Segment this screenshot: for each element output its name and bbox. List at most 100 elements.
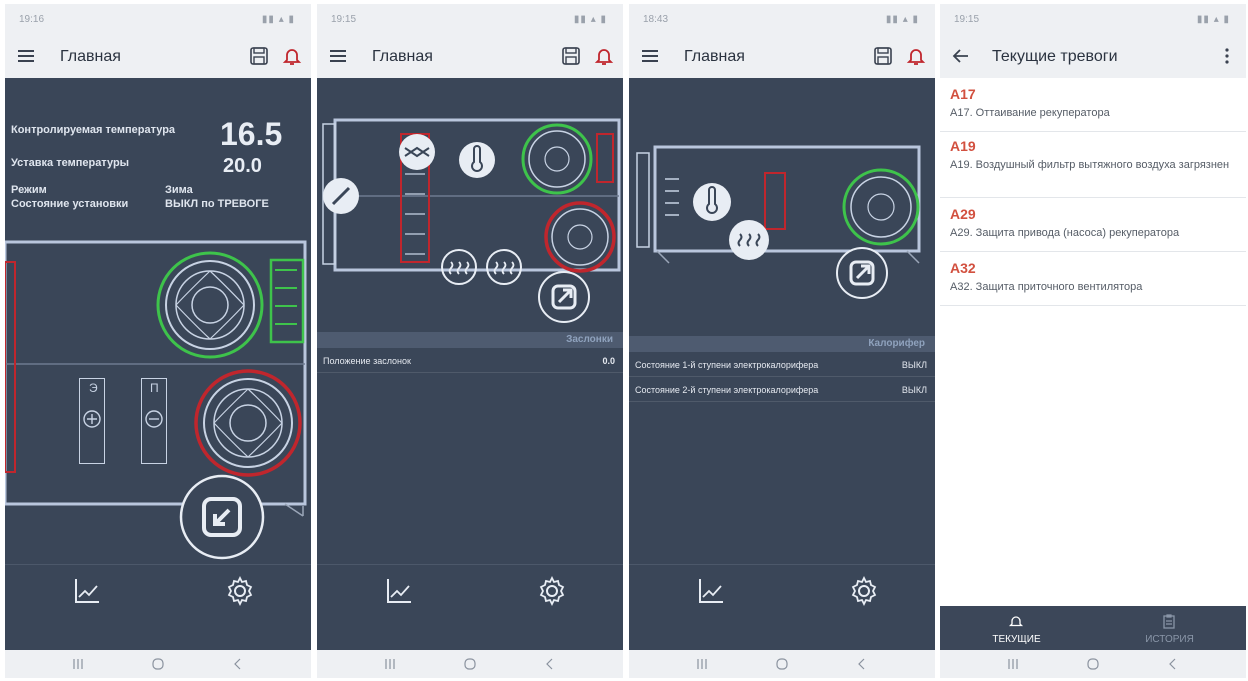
menu-icon[interactable] (639, 45, 661, 67)
heater-icon[interactable] (727, 218, 771, 262)
param-label: Состояние 1-й ступени электрокалорифера (635, 360, 819, 370)
app-bar: Главная (317, 34, 623, 78)
param-value: 0.0 (602, 356, 615, 366)
chart-icon[interactable] (385, 577, 413, 605)
alarm-item[interactable]: A29 А29. Защита привода (насоса) рекупер… (940, 202, 1246, 252)
phone-heater-screen: 18:43 ▮▮ ▴ ▮ Главная Калорифер Состояние… (629, 4, 935, 678)
fan-icon[interactable] (520, 122, 594, 196)
damper-icon (269, 258, 305, 344)
heater-icon (486, 249, 522, 285)
recent-apps-icon[interactable] (1006, 657, 1020, 671)
bottom-toolbar (629, 564, 935, 624)
alarm-description: А19. Воздушный фильтр вытяжного воздуха … (950, 159, 1230, 171)
mode-label: Режим (11, 184, 47, 196)
home-icon[interactable] (775, 657, 789, 671)
home-icon[interactable] (1086, 657, 1100, 671)
setpoint-value: 20.0 (223, 155, 262, 177)
recent-apps-icon[interactable] (71, 657, 85, 671)
status-system-icons: ▮▮ ▴ ▮ (261, 14, 295, 25)
home-icon[interactable] (151, 657, 165, 671)
alarm-code: A29 (950, 206, 976, 222)
phone-main-screen: 19:16 ▮▮ ▴ ▮ Главная Контролируемая темп… (5, 4, 311, 678)
recent-apps-icon[interactable] (383, 657, 397, 671)
tab-current-label: ТЕКУЩИЕ (992, 634, 1041, 645)
expand-icon[interactable] (835, 246, 889, 300)
recuperator-icon (399, 134, 435, 170)
more-icon[interactable] (1216, 45, 1238, 67)
alarm-item[interactable]: A32 А32. Защита приточного вентилятора (940, 256, 1246, 306)
bell-alarm-icon[interactable] (593, 45, 615, 67)
status-time: 18:43 (643, 14, 669, 25)
gear-icon[interactable] (849, 576, 879, 606)
param-label: Положение заслонок (323, 356, 411, 366)
tab-current[interactable]: ТЕКУЩИЕ (940, 606, 1093, 650)
controlled-temp-value: 16.5 (220, 116, 283, 152)
alarm-description: А29. Защита привода (насоса) рекуператор… (950, 227, 1180, 239)
status-time: 19:15 (331, 14, 357, 25)
section-header: Калорифер (629, 336, 935, 352)
tab-history[interactable]: ИСТОРИЯ (1093, 606, 1246, 650)
gear-icon[interactable] (537, 576, 567, 606)
alarm-description: А17. Оттаивание рекуператора (950, 107, 1110, 119)
mode-value: Зима (165, 184, 193, 196)
param-row[interactable]: Положение заслонок 0.0 (317, 349, 623, 373)
status-bar: 19:15 ▮▮ ▴ ▮ (317, 4, 623, 34)
app-bar: Главная (629, 34, 935, 78)
page-title: Главная (684, 48, 745, 65)
setpoint-label: Уставка температуры (11, 157, 130, 169)
status-time: 19:16 (19, 14, 45, 25)
status-system-icons: ▮▮ ▴ ▮ (885, 14, 919, 25)
expand-icon[interactable] (537, 270, 591, 324)
android-nav-bar (629, 650, 935, 678)
chart-icon[interactable] (697, 577, 725, 605)
back-icon[interactable] (1166, 657, 1180, 671)
alarm-item[interactable]: A19 А19. Воздушный фильтр вытяжного возд… (940, 134, 1246, 198)
thermometer-icon (693, 183, 731, 221)
alarm-description: А32. Защита приточного вентилятора (950, 281, 1143, 293)
save-icon[interactable] (249, 46, 269, 66)
back-arrow-icon[interactable] (950, 45, 972, 67)
status-time: 19:15 (954, 14, 980, 25)
back-icon[interactable] (855, 657, 869, 671)
alarm-tabs: ТЕКУЩИЕ ИСТОРИЯ (940, 606, 1246, 650)
save-icon[interactable] (873, 46, 893, 66)
back-icon[interactable] (231, 657, 245, 671)
menu-icon[interactable] (15, 45, 37, 67)
save-icon[interactable] (561, 46, 581, 66)
android-nav-bar (5, 650, 311, 678)
page-title: Главная (60, 48, 121, 65)
page-title: Главная (372, 48, 433, 65)
param-row[interactable]: Состояние 2-й ступени электрокалорифера … (629, 378, 935, 402)
fan-icon[interactable] (155, 250, 265, 360)
param-value: ВЫКЛ (901, 360, 927, 370)
bell-alarm-icon[interactable] (281, 45, 303, 67)
home-icon[interactable] (463, 657, 477, 671)
param-row[interactable]: Состояние 1-й ступени электрокалорифера … (629, 353, 935, 377)
menu-icon[interactable] (327, 45, 349, 67)
gear-icon[interactable] (225, 576, 255, 606)
status-system-icons: ▮▮ ▴ ▮ (573, 14, 607, 25)
chart-icon[interactable] (73, 577, 101, 605)
back-icon[interactable] (543, 657, 557, 671)
fan-icon[interactable] (543, 200, 617, 274)
bottom-toolbar (317, 564, 623, 624)
bell-alarm-icon[interactable] (905, 45, 927, 67)
app-bar: Главная (5, 34, 311, 78)
alarm-item[interactable]: A17 А17. Оттаивание рекуператора (940, 82, 1246, 132)
fan-icon[interactable] (193, 368, 303, 478)
alarm-code: A32 (950, 260, 976, 276)
bottom-toolbar (5, 564, 311, 624)
heater-label-p: П (150, 381, 159, 395)
recent-apps-icon[interactable] (695, 657, 709, 671)
damper-actuator-icon[interactable] (321, 176, 361, 216)
heater-label-e: Э (89, 381, 98, 395)
android-nav-bar (940, 650, 1246, 678)
page-title: Текущие тревоги (992, 48, 1118, 65)
state-value: ВЫКЛ по ТРЕВОГЕ (165, 198, 269, 210)
fan-icon[interactable] (841, 167, 921, 247)
controlled-temp-label: Контролируемая температура (11, 124, 176, 136)
plus-icon (83, 410, 101, 428)
app-bar: Текущие тревоги (940, 34, 1246, 78)
status-bar: 19:16 ▮▮ ▴ ▮ (5, 4, 311, 34)
collapse-icon[interactable] (179, 474, 265, 560)
